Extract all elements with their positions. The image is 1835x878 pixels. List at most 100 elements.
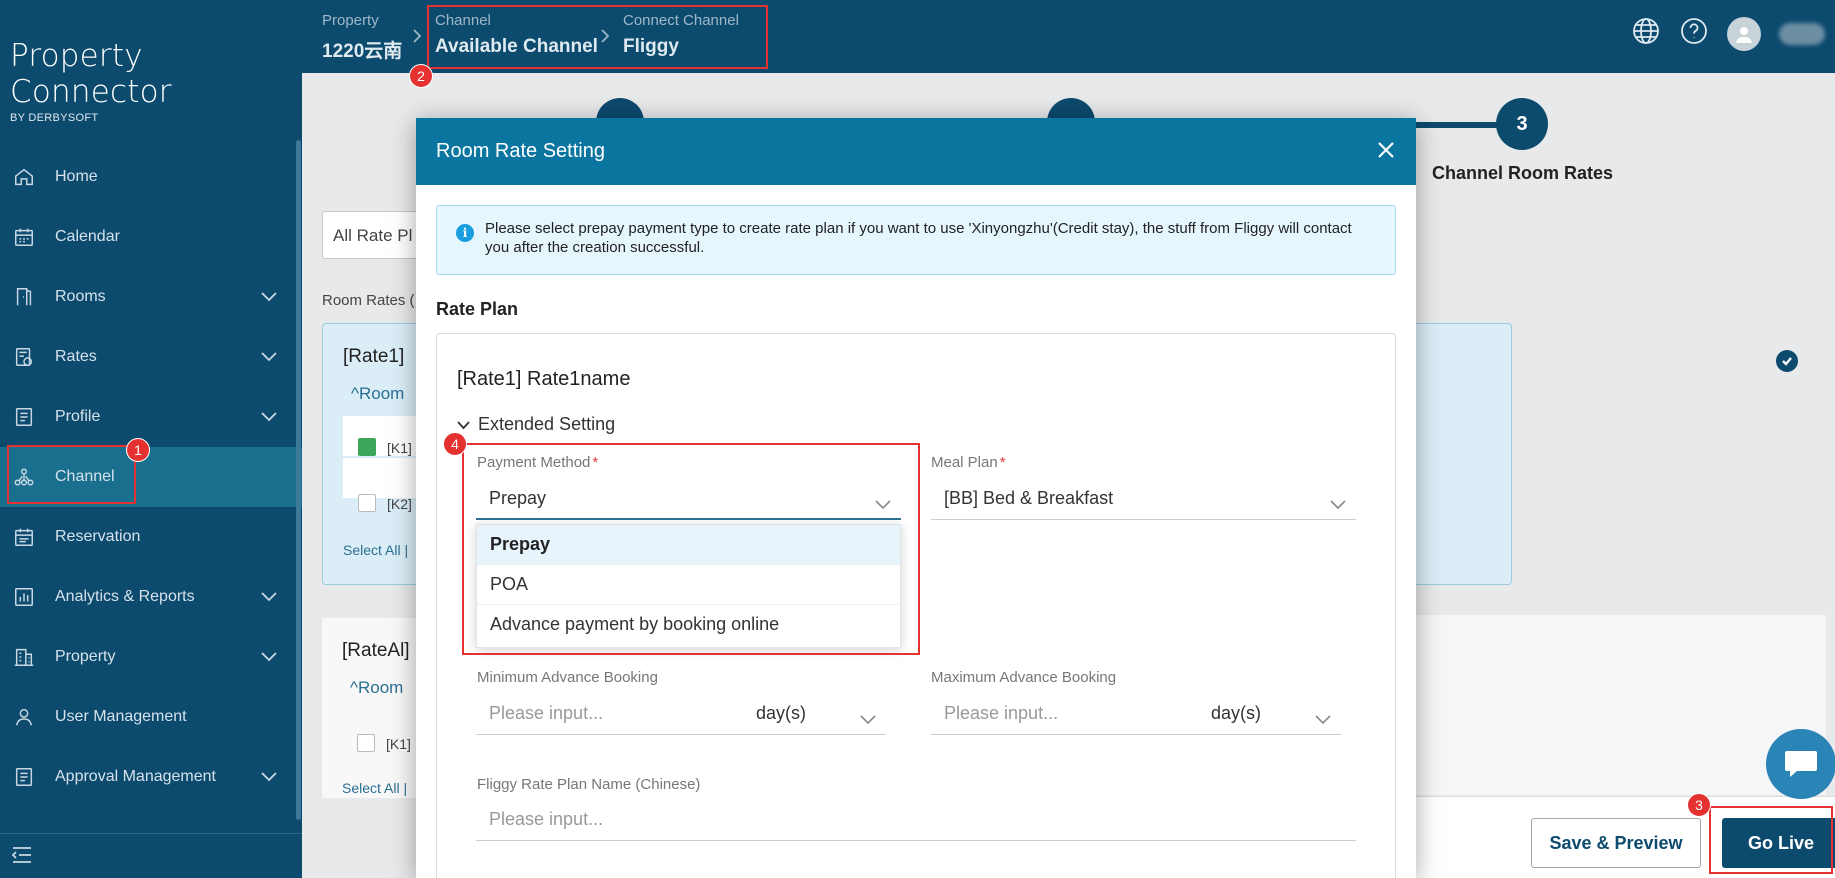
- min-advance-label: Minimum Advance Booking: [477, 669, 658, 686]
- chevron-down-icon: [260, 349, 278, 368]
- chevron-down-icon: [260, 289, 278, 308]
- sidebar-item-label: Approval Management: [55, 768, 216, 785]
- sidebar-item-label: Rooms: [55, 288, 106, 305]
- fliggy-name-input[interactable]: Please input...: [476, 801, 1356, 841]
- check-circle-icon: [1776, 350, 1798, 372]
- chevron-down-icon: [260, 589, 278, 608]
- room-code: [K2]: [387, 496, 412, 512]
- min-advance-placeholder: Please input...: [489, 703, 604, 723]
- sidebar-item-approval-management[interactable]: Approval Management: [0, 747, 302, 807]
- rooms-toggle[interactable]: ^Room: [350, 678, 403, 698]
- extended-setting-toggle[interactable]: Extended Setting: [457, 414, 615, 435]
- avatar[interactable]: [1727, 16, 1761, 51]
- close-icon[interactable]: [1376, 140, 1396, 165]
- annotation-box-3: [1709, 806, 1833, 874]
- rate-card-title: [Rate1]: [343, 346, 405, 367]
- building-icon: [12, 645, 36, 669]
- meal-plan-select[interactable]: [BB] Bed & Breakfast: [931, 480, 1356, 520]
- required-marker: *: [999, 454, 1006, 471]
- top-icons: [1631, 16, 1825, 51]
- annotation-badge-1: 1: [126, 438, 150, 462]
- fliggy-name-placeholder: Please input...: [489, 809, 604, 829]
- rate-card-title: [RateAl]: [342, 640, 410, 661]
- select-all-link[interactable]: Select All |: [342, 780, 407, 796]
- sidebar-scrollbar[interactable]: [296, 140, 301, 820]
- fliggy-name-label: Fliggy Rate Plan Name (Chinese): [477, 776, 701, 793]
- globe-icon[interactable]: [1631, 16, 1661, 51]
- room-code: [K1]: [387, 440, 412, 456]
- sidebar-item-label: Profile: [55, 408, 101, 425]
- room-checkbox[interactable]: [357, 734, 375, 752]
- rate-card-1[interactable]: [Rate1] ^Room [K1] [K2] Select All |: [322, 323, 423, 585]
- chevron-down-icon: [260, 769, 278, 788]
- approval-icon: [12, 765, 36, 789]
- sidebar-item-calendar[interactable]: Calendar: [0, 207, 302, 267]
- max-advance-placeholder: Please input...: [944, 703, 1059, 723]
- min-advance-input[interactable]: Please input... day(s): [476, 695, 886, 735]
- help-icon[interactable]: [1679, 16, 1709, 51]
- rooms-toggle[interactable]: ^Room: [351, 384, 404, 404]
- max-advance-unit[interactable]: day(s): [1211, 703, 1261, 724]
- info-text: Please select prepay payment type to cre…: [485, 220, 1352, 256]
- modal-header: Room Rate Setting: [416, 118, 1416, 185]
- collapse-menu-icon[interactable]: [11, 846, 32, 869]
- user-icon: [12, 705, 36, 729]
- sidebar-item-profile[interactable]: Profile: [0, 387, 302, 447]
- breadcrumb-property[interactable]: Property 1220云南: [322, 12, 402, 63]
- annotation-badge-4: 4: [443, 432, 467, 456]
- rate-card-2[interactable]: [RateAl] ^Room [K1] Select All |: [322, 618, 422, 798]
- room-row: [343, 458, 423, 498]
- sidebar-footer: [0, 833, 302, 878]
- rate-card-1-right: [1416, 323, 1512, 585]
- analytics-icon: [12, 585, 36, 609]
- info-alert: i Please select prepay payment type to c…: [436, 205, 1396, 275]
- extended-setting-label: Extended Setting: [478, 414, 616, 434]
- sidebar-item-label: Home: [55, 168, 98, 185]
- home-icon: [12, 165, 36, 189]
- meal-plan-label: Meal Plan *: [931, 454, 1006, 471]
- meal-plan-label-text: Meal Plan: [931, 454, 998, 471]
- sidebar-item-label: User Management: [55, 708, 187, 725]
- meal-plan-value: [BB] Bed & Breakfast: [944, 488, 1114, 508]
- step-3-label: Channel Room Rates: [1432, 163, 1614, 183]
- chevron-down-icon: [260, 409, 278, 428]
- chevron-down-icon[interactable]: [1315, 709, 1331, 730]
- sidebar-item-user-management[interactable]: User Management: [0, 687, 302, 747]
- profile-icon: [12, 405, 36, 429]
- sidebar-item-reservation[interactable]: Reservation: [0, 507, 302, 567]
- sidebar-item-label: Analytics & Reports: [55, 588, 195, 605]
- sidebar-item-rates[interactable]: Rates: [0, 327, 302, 387]
- min-advance-unit[interactable]: day(s): [756, 703, 806, 724]
- chat-icon[interactable]: [1766, 729, 1835, 799]
- breadcrumb-property-value: 1220云南: [322, 41, 403, 62]
- save-preview-button[interactable]: Save & Preview: [1531, 818, 1701, 868]
- chevron-down-icon: [260, 649, 278, 668]
- annotation-badge-3: 3: [1687, 793, 1711, 817]
- sidebar-item-rooms[interactable]: Rooms: [0, 267, 302, 327]
- calendar-icon: [12, 225, 36, 249]
- door-icon: [12, 285, 36, 309]
- app-name: Property Connector: [10, 38, 172, 110]
- max-advance-input[interactable]: Please input... day(s): [931, 695, 1341, 735]
- breadcrumb-property-label: Property: [322, 12, 379, 29]
- sidebar-item-label: Rates: [55, 348, 97, 365]
- annotation-badge-2: 2: [409, 64, 433, 88]
- select-all-link[interactable]: Select All |: [343, 542, 408, 558]
- max-advance-label: Maximum Advance Booking: [931, 669, 1117, 686]
- chevron-right-icon: [412, 28, 422, 49]
- chevron-down-icon[interactable]: [860, 709, 876, 730]
- sidebar-item-property[interactable]: Property: [0, 627, 302, 687]
- room-checkbox-checked[interactable]: [358, 438, 376, 456]
- sidebar-item-label: Property: [55, 648, 116, 665]
- room-checkbox[interactable]: [358, 494, 376, 512]
- user-name-blurred[interactable]: [1779, 22, 1825, 45]
- sidebar-item-label: Calendar: [55, 228, 120, 245]
- sidebar-item-analytics[interactable]: Analytics & Reports: [0, 567, 302, 627]
- app-byline: BY DERBYSOFT: [10, 112, 99, 124]
- app-logo[interactable]: Property Connector BY DERBYSOFT: [10, 38, 302, 124]
- chevron-down-icon: [1330, 494, 1346, 515]
- rate-card-2-right: [1416, 615, 1826, 795]
- room-rates-label: Room Rates (: [322, 292, 415, 309]
- reservation-icon: [12, 525, 36, 549]
- sidebar-item-home[interactable]: Home: [0, 147, 302, 207]
